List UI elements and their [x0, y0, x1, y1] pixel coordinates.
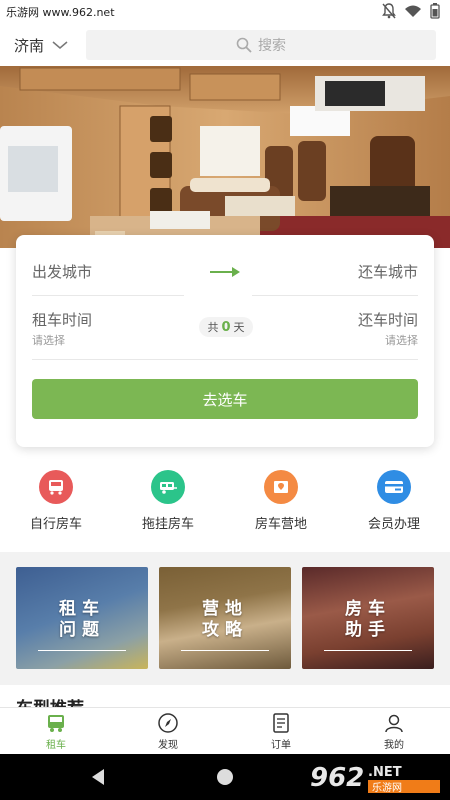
battery-icon: [430, 3, 440, 19]
quick-link-membership[interactable]: 会员办理: [338, 470, 450, 532]
svg-text:962: 962: [310, 763, 364, 793]
map-icon: [264, 470, 298, 504]
app-screen: 乐游网 www.962.net 济南 搜索 出发城市 还车城市 租车时间 请选择…: [0, 0, 450, 800]
promo-title-line1: 房车: [345, 599, 391, 619]
to-city-selector[interactable]: 还车城市: [358, 261, 418, 282]
bell-off-icon: [382, 3, 396, 19]
bus-icon: [39, 470, 73, 504]
select-car-button[interactable]: 去选车: [32, 379, 418, 419]
quick-link-label: 会员办理: [367, 517, 420, 532]
quick-link-label: 拖挂房车: [141, 517, 194, 532]
svg-text:.NET: .NET: [368, 765, 402, 780]
promo-card-rental-faq[interactable]: 租车 问题: [16, 567, 148, 669]
city-selector[interactable]: 济南: [14, 32, 68, 58]
quick-link-label: 房车营地: [254, 517, 307, 532]
days-value: 0: [221, 319, 231, 335]
pickup-time-label[interactable]: 租车时间: [32, 309, 92, 330]
return-time-label[interactable]: 还车时间: [358, 309, 418, 330]
svg-text:乐游网: 乐游网: [372, 781, 402, 794]
promo-title-line1: 租车: [59, 599, 105, 619]
promo-title-line2: 攻略: [202, 620, 248, 640]
promo-divider: [181, 650, 269, 651]
days-suffix: 天: [233, 321, 245, 334]
nav-tab-rent[interactable]: 租车: [0, 712, 112, 751]
promo-section: 租车 问题 营地 攻略 房车 助手: [0, 552, 450, 685]
compass-icon: [158, 713, 178, 733]
user-icon: [385, 714, 403, 733]
promo-card-rv-assistant[interactable]: 房车 助手: [302, 567, 434, 669]
divider: [32, 295, 184, 296]
from-city-selector[interactable]: 出发城市: [32, 261, 92, 282]
search-placeholder: 搜索: [258, 38, 286, 54]
bus-icon: [48, 715, 64, 732]
order-icon: [273, 713, 289, 733]
system-nav-bar: 962 .NET 乐游网: [0, 754, 450, 800]
bottom-nav: 租车 发现 订单 我的: [0, 707, 450, 754]
trailer-icon: [151, 470, 185, 504]
quick-link-trailer-rv[interactable]: 拖挂房车: [112, 470, 224, 532]
promo-card-camp-guide[interactable]: 营地 攻略: [159, 567, 291, 669]
status-icons: [382, 3, 440, 19]
divider: [32, 359, 418, 360]
back-icon[interactable]: [90, 768, 106, 786]
rv-interior-image: [0, 66, 450, 248]
city-row: 出发城市 还车城市: [32, 255, 418, 297]
quick-link-self-drive-rv[interactable]: 自行房车: [0, 470, 112, 532]
promo-title-line2: 助手: [345, 620, 391, 640]
watermark-text: 乐游网 www.962.net: [6, 6, 115, 19]
chevron-down-icon: [52, 41, 68, 49]
booking-card: 出发城市 还车城市 租车时间 请选择 共 0 天 还车时间 请选择 去选车: [16, 235, 434, 447]
hero-banner[interactable]: [0, 66, 450, 248]
brand-logo-watermark: 962 .NET 乐游网: [310, 763, 440, 794]
status-bar: 乐游网 www.962.net: [0, 0, 450, 24]
nav-tab-discover[interactable]: 发现: [112, 712, 224, 751]
divider: [252, 295, 418, 296]
quick-links: 自行房车 拖挂房车 房车营地 会员办理: [0, 470, 450, 540]
nav-label: 我的: [384, 740, 404, 751]
city-name: 济南: [14, 36, 45, 55]
promo-title-line1: 营地: [202, 599, 248, 619]
card-icon: [377, 470, 411, 504]
nav-tab-mine[interactable]: 我的: [338, 712, 450, 751]
arrow-right-icon: [210, 267, 240, 277]
days-prefix: 共: [207, 321, 219, 334]
return-time-hint[interactable]: 请选择: [385, 332, 418, 348]
quick-link-label: 自行房车: [29, 517, 82, 532]
home-icon[interactable]: [216, 768, 234, 786]
nav-label: 订单: [271, 740, 291, 751]
promo-divider: [38, 650, 126, 651]
quick-link-rv-camp[interactable]: 房车营地: [225, 470, 337, 532]
pickup-time-hint[interactable]: 请选择: [32, 332, 65, 348]
promo-divider: [324, 650, 412, 651]
wifi-icon: [405, 5, 421, 17]
nav-label: 租车: [46, 740, 66, 751]
nav-tab-orders[interactable]: 订单: [225, 712, 337, 751]
nav-label: 发现: [158, 740, 178, 751]
top-bar: 济南 搜索: [0, 24, 450, 66]
promo-title-line2: 问题: [59, 620, 105, 640]
search-input[interactable]: 搜索: [86, 30, 436, 60]
days-count-badge: 共 0 天: [199, 317, 253, 337]
search-icon: [236, 37, 252, 53]
